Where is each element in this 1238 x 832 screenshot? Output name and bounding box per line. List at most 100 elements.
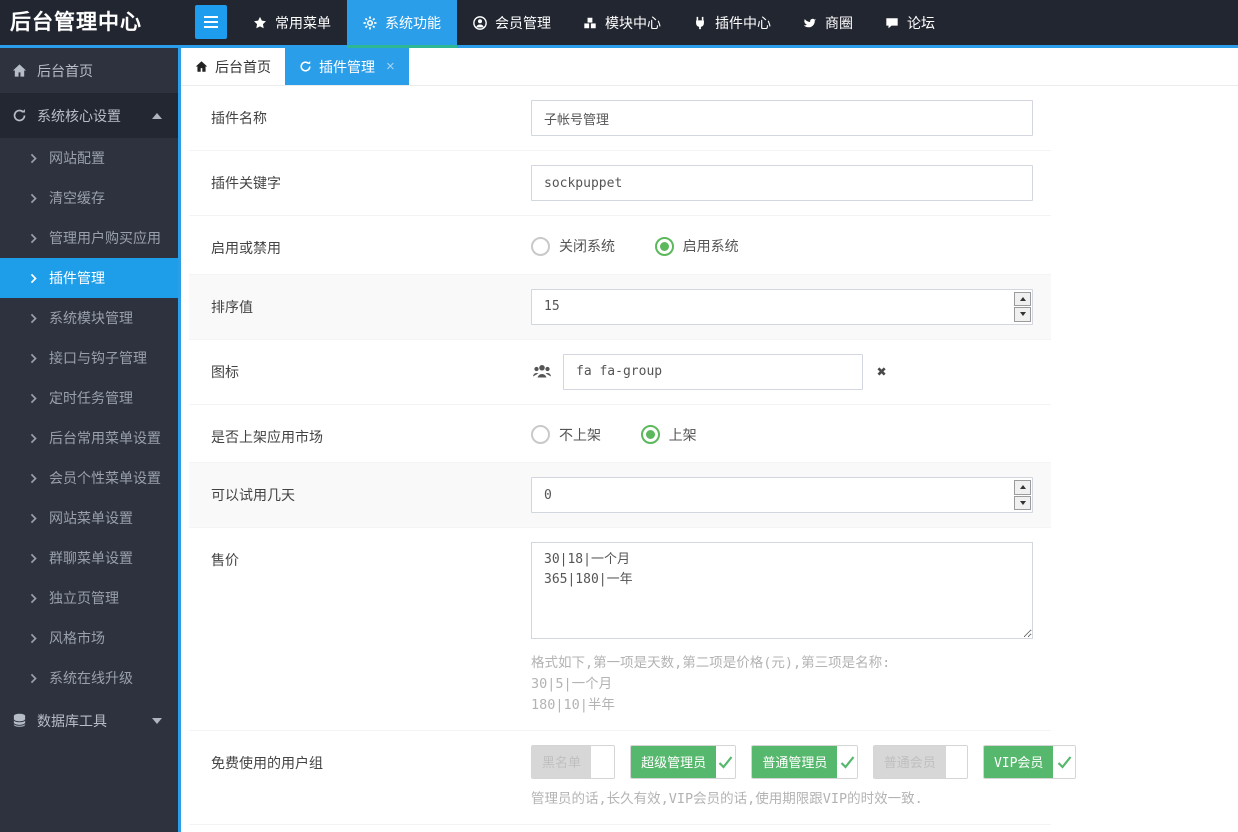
clear-icon[interactable]: ✖ (873, 362, 887, 381)
tab-plugin-management[interactable]: 插件管理 × (285, 48, 409, 85)
icon-class-input[interactable] (563, 353, 863, 390)
chevron-right-icon (30, 153, 37, 163)
form-row-price: 售价 30|18|一个月 365|180|一年 格式如下,第一项是天数,第二项是… (189, 527, 1051, 730)
form-row-market: 是否上架应用市场 不上架 上架 (189, 403, 1051, 463)
comment-icon (886, 17, 898, 28)
field-label: 图标 (211, 363, 239, 380)
sidebar-item-clear-cache[interactable]: 清空缓存 (0, 178, 178, 218)
nav-item-common-menu[interactable]: 常用菜单 (237, 0, 347, 45)
toggle-normal-member[interactable]: 普通会员 (872, 744, 968, 779)
sidebar-item-cron-tasks[interactable]: 定时任务管理 (0, 378, 178, 418)
chevron-right-icon (30, 233, 37, 243)
gear-icon (363, 16, 377, 29)
stepper-up-button[interactable] (1014, 291, 1031, 306)
recycle-icon (13, 109, 26, 122)
stepper-up-button[interactable] (1014, 480, 1031, 495)
form-row-plugin-name: 插件名称 (189, 86, 1051, 150)
nav-item-business-circle[interactable]: 商圈 (787, 0, 869, 45)
toggle-blacklist[interactable]: 黑名单 (531, 744, 616, 779)
chevron-right-icon (30, 513, 37, 523)
radio-listed[interactable]: 上架 (640, 419, 697, 445)
sidebar-item-admin-common-menu[interactable]: 后台常用菜单设置 (0, 418, 178, 458)
group-icon (533, 364, 551, 377)
chevron-down-icon (152, 718, 162, 724)
nav-item-plugin-center[interactable]: 插件中心 (677, 0, 787, 45)
chevron-right-icon (30, 473, 37, 483)
form-row-cover-image: 封面图 (189, 823, 1051, 832)
chevron-up-icon (152, 112, 162, 119)
chevron-right-icon (30, 633, 37, 643)
bird-icon (803, 18, 817, 27)
radio-enable-system[interactable]: 启用系统 (654, 230, 739, 256)
toggle-super-admin[interactable]: 超级管理员 (630, 744, 737, 779)
checkbox (945, 745, 967, 778)
price-help-text: 格式如下,第一项是天数,第二项是价格(元),第三项是名称: 30|5|一个月 1… (531, 655, 891, 713)
caret-down-icon (1019, 500, 1026, 505)
top-header: 后台管理中心 常用菜单 系统功能 会员管理 模块中心 插件中心 商圈 论坛 (0, 0, 1238, 48)
trial-days-input[interactable] (531, 477, 1033, 513)
form-row-icon: 图标 ✖ (189, 338, 1051, 404)
radio-icon (531, 236, 550, 256)
toggle-normal-admin[interactable]: 普通管理员 (751, 744, 858, 779)
sidebar-section-database-tools[interactable]: 数据库工具 (0, 698, 178, 743)
field-label: 免费使用的用户组 (211, 754, 323, 771)
field-label: 插件名称 (211, 110, 267, 126)
sidebar-item-system-modules[interactable]: 系统模块管理 (0, 298, 178, 338)
number-stepper[interactable] (1014, 291, 1031, 322)
sidebar-item-user-purchase-apps[interactable]: 管理用户购买应用 (0, 218, 178, 258)
caret-down-icon (1019, 312, 1026, 317)
sidebar-item-system-upgrade[interactable]: 系统在线升级 (0, 658, 178, 698)
number-stepper[interactable] (1014, 480, 1031, 510)
form-row-enable: 启用或禁用 关闭系统 启用系统 (189, 215, 1051, 274)
sidebar-item-site-config[interactable]: 网站配置 (0, 138, 178, 178)
nav-item-system-functions[interactable]: 系统功能 (347, 0, 457, 48)
chevron-right-icon (30, 273, 37, 283)
sidebar-item-group-chat-menu[interactable]: 群聊菜单设置 (0, 538, 178, 578)
plug-icon (696, 16, 704, 29)
radio-not-listed[interactable]: 不上架 (531, 419, 601, 445)
sidebar-item-home[interactable]: 后台首页 (0, 48, 178, 93)
user-circle-icon (473, 15, 487, 30)
top-nav: 常用菜单 系统功能 会员管理 模块中心 插件中心 商圈 论坛 (181, 0, 951, 48)
field-label: 排序值 (211, 298, 253, 315)
chevron-right-icon (30, 193, 37, 203)
stepper-down-button[interactable] (1014, 495, 1031, 510)
radio-icon (531, 425, 550, 444)
check-icon (837, 745, 857, 778)
star-icon (254, 16, 266, 28)
chevron-right-icon (30, 673, 37, 683)
nav-item-forum[interactable]: 论坛 (869, 0, 951, 45)
form-row-free-user-groups: 免费使用的用户组 黑名单 超级管理员 普通管理员 普通会员 VIP会员 管理员的… (189, 729, 1076, 824)
radio-disable-system[interactable]: 关闭系统 (531, 230, 615, 256)
sidebar-item-style-market[interactable]: 风格市场 (0, 618, 178, 658)
check-icon (716, 745, 736, 778)
sort-value-input[interactable] (531, 288, 1033, 325)
chevron-right-icon (30, 393, 37, 403)
home-icon (195, 61, 208, 72)
stepper-down-button[interactable] (1014, 307, 1031, 322)
sidebar-toggle-button[interactable] (195, 5, 227, 39)
price-textarea[interactable]: 30|18|一个月 365|180|一年 (531, 542, 1033, 639)
sidebar-item-member-personal-menu[interactable]: 会员个性菜单设置 (0, 458, 178, 498)
tab-home[interactable]: 后台首页 (181, 48, 285, 85)
plugin-key-input[interactable] (531, 165, 1033, 201)
tab-bar: 后台首页 插件管理 × (181, 48, 1238, 86)
sidebar-item-site-menu[interactable]: 网站菜单设置 (0, 498, 178, 538)
field-label: 可以试用几天 (211, 487, 295, 503)
nav-item-member-management[interactable]: 会员管理 (457, 0, 567, 45)
close-icon[interactable]: × (386, 58, 395, 75)
main-content: 后台首页 插件管理 × 插件名称 插件关键字 启用或禁 (181, 48, 1238, 832)
home-icon (12, 64, 27, 77)
sidebar-item-plugin-management[interactable]: 插件管理 (0, 258, 178, 298)
chevron-right-icon (30, 553, 37, 563)
radio-icon (640, 425, 660, 444)
sidebar-item-standalone-pages[interactable]: 独立页管理 (0, 578, 178, 618)
sidebar-item-api-hooks[interactable]: 接口与钩子管理 (0, 338, 178, 378)
toggle-vip-member[interactable]: VIP会员 (982, 744, 1076, 779)
sidebar-section-system-core-settings[interactable]: 系统核心设置 (0, 93, 178, 138)
field-label: 启用或禁用 (211, 240, 281, 256)
field-label: 插件关键字 (211, 175, 281, 191)
plugin-name-input[interactable] (531, 100, 1033, 136)
plugin-edit-form: 插件名称 插件关键字 启用或禁用 关闭系统 启用系统 (181, 86, 1238, 832)
nav-item-module-center[interactable]: 模块中心 (567, 0, 677, 45)
